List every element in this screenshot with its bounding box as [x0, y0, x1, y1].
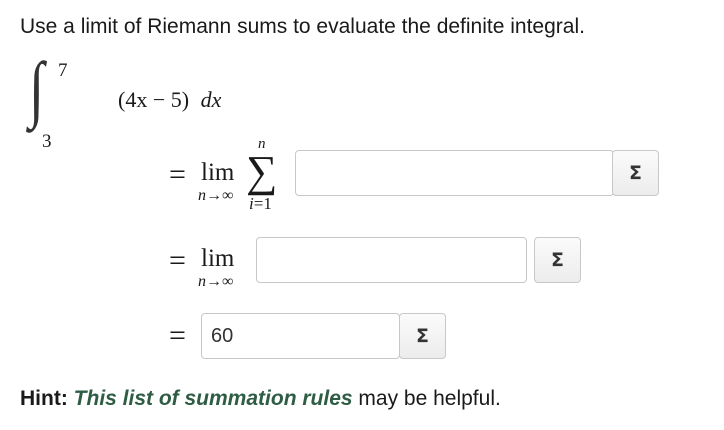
step1-equation-editor-button[interactable]: Σ — [612, 150, 659, 196]
step3-equals: = — [169, 319, 186, 352]
step2-answer-field[interactable] — [256, 237, 527, 283]
step2-equals: = — [169, 244, 186, 277]
sigma-icon: Σ — [551, 249, 564, 271]
hint-rest: may be helpful. — [352, 387, 501, 410]
step1-sum-symbol: ∑ — [246, 147, 278, 196]
integral-upper-limit: 7 — [58, 60, 68, 81]
sigma-icon: Σ — [416, 325, 429, 347]
step1-lim-subscript: n→∞ — [198, 188, 233, 204]
sigma-icon: Σ — [629, 162, 642, 184]
step2-lim-var: n — [198, 273, 206, 290]
integrand: (4x − 5) dx — [118, 87, 221, 113]
step2-equation-editor-button[interactable]: Σ — [534, 237, 581, 283]
question-instruction: Use a limit of Riemann sums to evaluate … — [20, 15, 585, 38]
step1-lim: lim — [201, 159, 235, 186]
step2-lim-subscript: n→∞ — [198, 274, 233, 290]
step3-equation-editor-button[interactable]: Σ — [399, 313, 446, 359]
step2-lim: lim — [201, 245, 235, 272]
step3-answer-field[interactable]: 60 — [201, 313, 400, 359]
summation-rules-link[interactable]: This list of summation rules — [74, 387, 353, 410]
step2-lim-arrow: → — [206, 273, 222, 290]
integrand-expression: (4x − 5) — [118, 87, 190, 112]
step1-answer-field[interactable] — [295, 150, 614, 196]
step2-lim-infinity: ∞ — [222, 273, 234, 290]
integral-sign: ∫ — [29, 48, 45, 130]
step1-lim-arrow: → — [206, 187, 222, 204]
integral-differential: dx — [200, 87, 222, 112]
hint-line: Hint: This list of summation rules may b… — [20, 386, 501, 412]
step1-sum-start: =1 — [253, 194, 272, 213]
integral-lower-limit: 3 — [42, 131, 52, 152]
hint-label: Hint: — [20, 387, 68, 410]
step1-equals: = — [169, 158, 186, 191]
step1-lim-var: n — [198, 187, 206, 204]
step1-lim-infinity: ∞ — [222, 187, 234, 204]
step1-sum-lower: i=1 — [249, 194, 272, 214]
